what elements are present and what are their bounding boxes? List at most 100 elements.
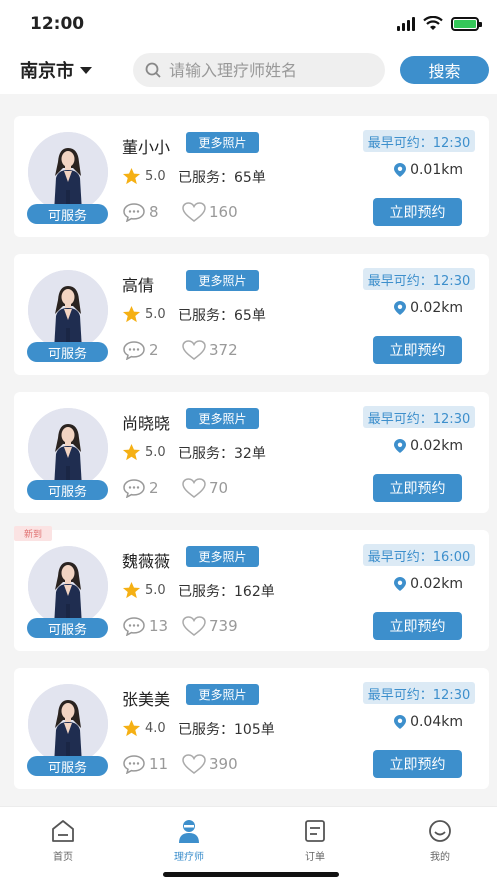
rating-value: 4.0: [145, 721, 166, 736]
home-icon: [52, 820, 74, 842]
home-indicator: [163, 872, 339, 877]
more-photos-button[interactable]: 更多照片: [186, 270, 259, 291]
therapist-name: 高倩: [122, 276, 155, 295]
availability-badge: 可服务: [27, 756, 108, 776]
tab-profile[interactable]: 我的: [410, 817, 470, 863]
location-pin-icon: [394, 715, 407, 729]
likes[interactable]: 739: [181, 616, 238, 636]
therapist-card[interactable]: 可服务 张美美 更多照片 4.0 已服务：105单 11 390 最早可约：12:30 0.04…: [14, 668, 489, 789]
comments[interactable]: 11: [122, 754, 168, 774]
comment-count: 8: [149, 203, 159, 221]
therapist-card[interactable]: 新到 可服务 魏薇薇 更多照片 5.0 已服务：162单 13 739 最早可约：16:00 0.…: [14, 526, 489, 651]
earliest-available-badge: 最早可约：12:30: [363, 268, 475, 290]
distance: 0.01km: [394, 162, 463, 178]
like-count: 372: [209, 341, 238, 359]
served-count: 已服务：105单: [178, 722, 275, 738]
more-photos-button[interactable]: 更多照片: [186, 132, 259, 153]
tab-orders-label: 订单: [305, 852, 325, 863]
therapist-avatar[interactable]: [28, 270, 108, 350]
header: 南京市 搜索: [0, 48, 497, 94]
served-count: 已服务：65单: [178, 170, 266, 186]
therapist-card[interactable]: 可服务 尚晓晓 更多照片 5.0 已服务：32单 2 70 最早可约：12:30 0.02km 立…: [14, 392, 489, 513]
comment-icon: [123, 755, 145, 774]
heart-icon: [182, 754, 206, 774]
comments[interactable]: 2: [122, 478, 159, 498]
order-icon: [305, 820, 325, 842]
more-photos-button[interactable]: 更多照片: [186, 408, 259, 429]
therapist-avatar[interactable]: [28, 546, 108, 626]
rating-value: 5.0: [145, 445, 166, 460]
heart-icon: [182, 478, 206, 498]
therapist-name: 董小小: [122, 138, 171, 157]
book-now-button[interactable]: 立即预约: [373, 198, 462, 226]
therapist-avatar[interactable]: [28, 132, 108, 212]
tab-home-label: 首页: [53, 852, 73, 863]
status-bar: 12:00: [0, 0, 497, 48]
city-label: 南京市: [20, 61, 74, 82]
book-now-button[interactable]: 立即预约: [373, 750, 462, 778]
status-time: 12:00: [30, 14, 85, 34]
distance: 0.04km: [394, 714, 463, 730]
comment-icon: [123, 341, 145, 360]
search-input[interactable]: [169, 60, 374, 80]
therapist-icon: [179, 820, 199, 843]
wifi-icon: [423, 16, 443, 30]
rating: 5.0: [122, 443, 166, 462]
book-now-button[interactable]: 立即预约: [373, 474, 462, 502]
comments[interactable]: 8: [122, 202, 159, 222]
search-icon: [145, 62, 161, 78]
new-badge: 新到: [14, 526, 52, 541]
tab-home[interactable]: 首页: [33, 817, 93, 863]
distance-value: 0.02km: [410, 576, 463, 592]
rating: 5.0: [122, 167, 166, 186]
book-now-button[interactable]: 立即预约: [373, 612, 462, 640]
battery-icon: [451, 16, 482, 31]
comment-count: 2: [149, 479, 159, 497]
like-count: 390: [209, 755, 238, 773]
therapist-list: 可服务 董小小 更多照片 5.0 已服务：65单 8 160 最早可约：12:30 0.01km…: [14, 116, 489, 806]
availability-badge: 可服务: [27, 480, 108, 500]
caret-down-icon: [80, 66, 92, 74]
location-pin-icon: [394, 163, 407, 177]
comment-icon: [123, 617, 145, 636]
likes[interactable]: 70: [181, 478, 228, 498]
likes[interactable]: 390: [181, 754, 238, 774]
therapist-avatar[interactable]: [28, 684, 108, 764]
search-button[interactable]: 搜索: [400, 56, 489, 84]
distance: 0.02km: [394, 300, 463, 316]
tab-therapist-label: 理疗师: [174, 852, 204, 863]
like-count: 70: [209, 479, 229, 497]
likes[interactable]: 372: [181, 340, 238, 360]
comments[interactable]: 13: [122, 616, 168, 636]
comment-icon: [123, 479, 145, 498]
tab-orders[interactable]: 订单: [285, 817, 345, 863]
earliest-available-badge: 最早可约：12:30: [363, 682, 475, 704]
star-icon: [122, 443, 141, 461]
likes[interactable]: 160: [181, 202, 238, 222]
therapist-avatar[interactable]: [28, 408, 108, 488]
rating-value: 5.0: [145, 169, 166, 184]
star-icon: [122, 581, 141, 599]
location-pin-icon: [394, 577, 407, 591]
served-count: 已服务：32单: [178, 446, 266, 462]
more-photos-button[interactable]: 更多照片: [186, 546, 259, 567]
distance-value: 0.02km: [410, 438, 463, 454]
rating: 4.0: [122, 719, 166, 738]
served-count: 已服务：65单: [178, 308, 266, 324]
rating-value: 5.0: [145, 307, 166, 322]
comment-count: 11: [149, 755, 169, 773]
heart-icon: [182, 202, 206, 222]
like-count: 160: [209, 203, 238, 221]
comment-count: 2: [149, 341, 159, 359]
city-selector[interactable]: 南京市: [20, 57, 92, 83]
availability-badge: 可服务: [27, 204, 108, 224]
therapist-card[interactable]: 可服务 高倩 更多照片 5.0 已服务：65单 2 372 最早可约：12:30 0.02km 立…: [14, 254, 489, 375]
book-now-button[interactable]: 立即预约: [373, 336, 462, 364]
therapist-card[interactable]: 可服务 董小小 更多照片 5.0 已服务：65单 8 160 最早可约：12:30 0.01km…: [14, 116, 489, 237]
comments[interactable]: 2: [122, 340, 159, 360]
tab-bar: 首页 理疗师 订单 我的: [0, 806, 497, 883]
heart-icon: [182, 616, 206, 636]
tab-therapist[interactable]: 理疗师: [159, 817, 219, 863]
more-photos-button[interactable]: 更多照片: [186, 684, 259, 705]
rating-value: 5.0: [145, 583, 166, 598]
